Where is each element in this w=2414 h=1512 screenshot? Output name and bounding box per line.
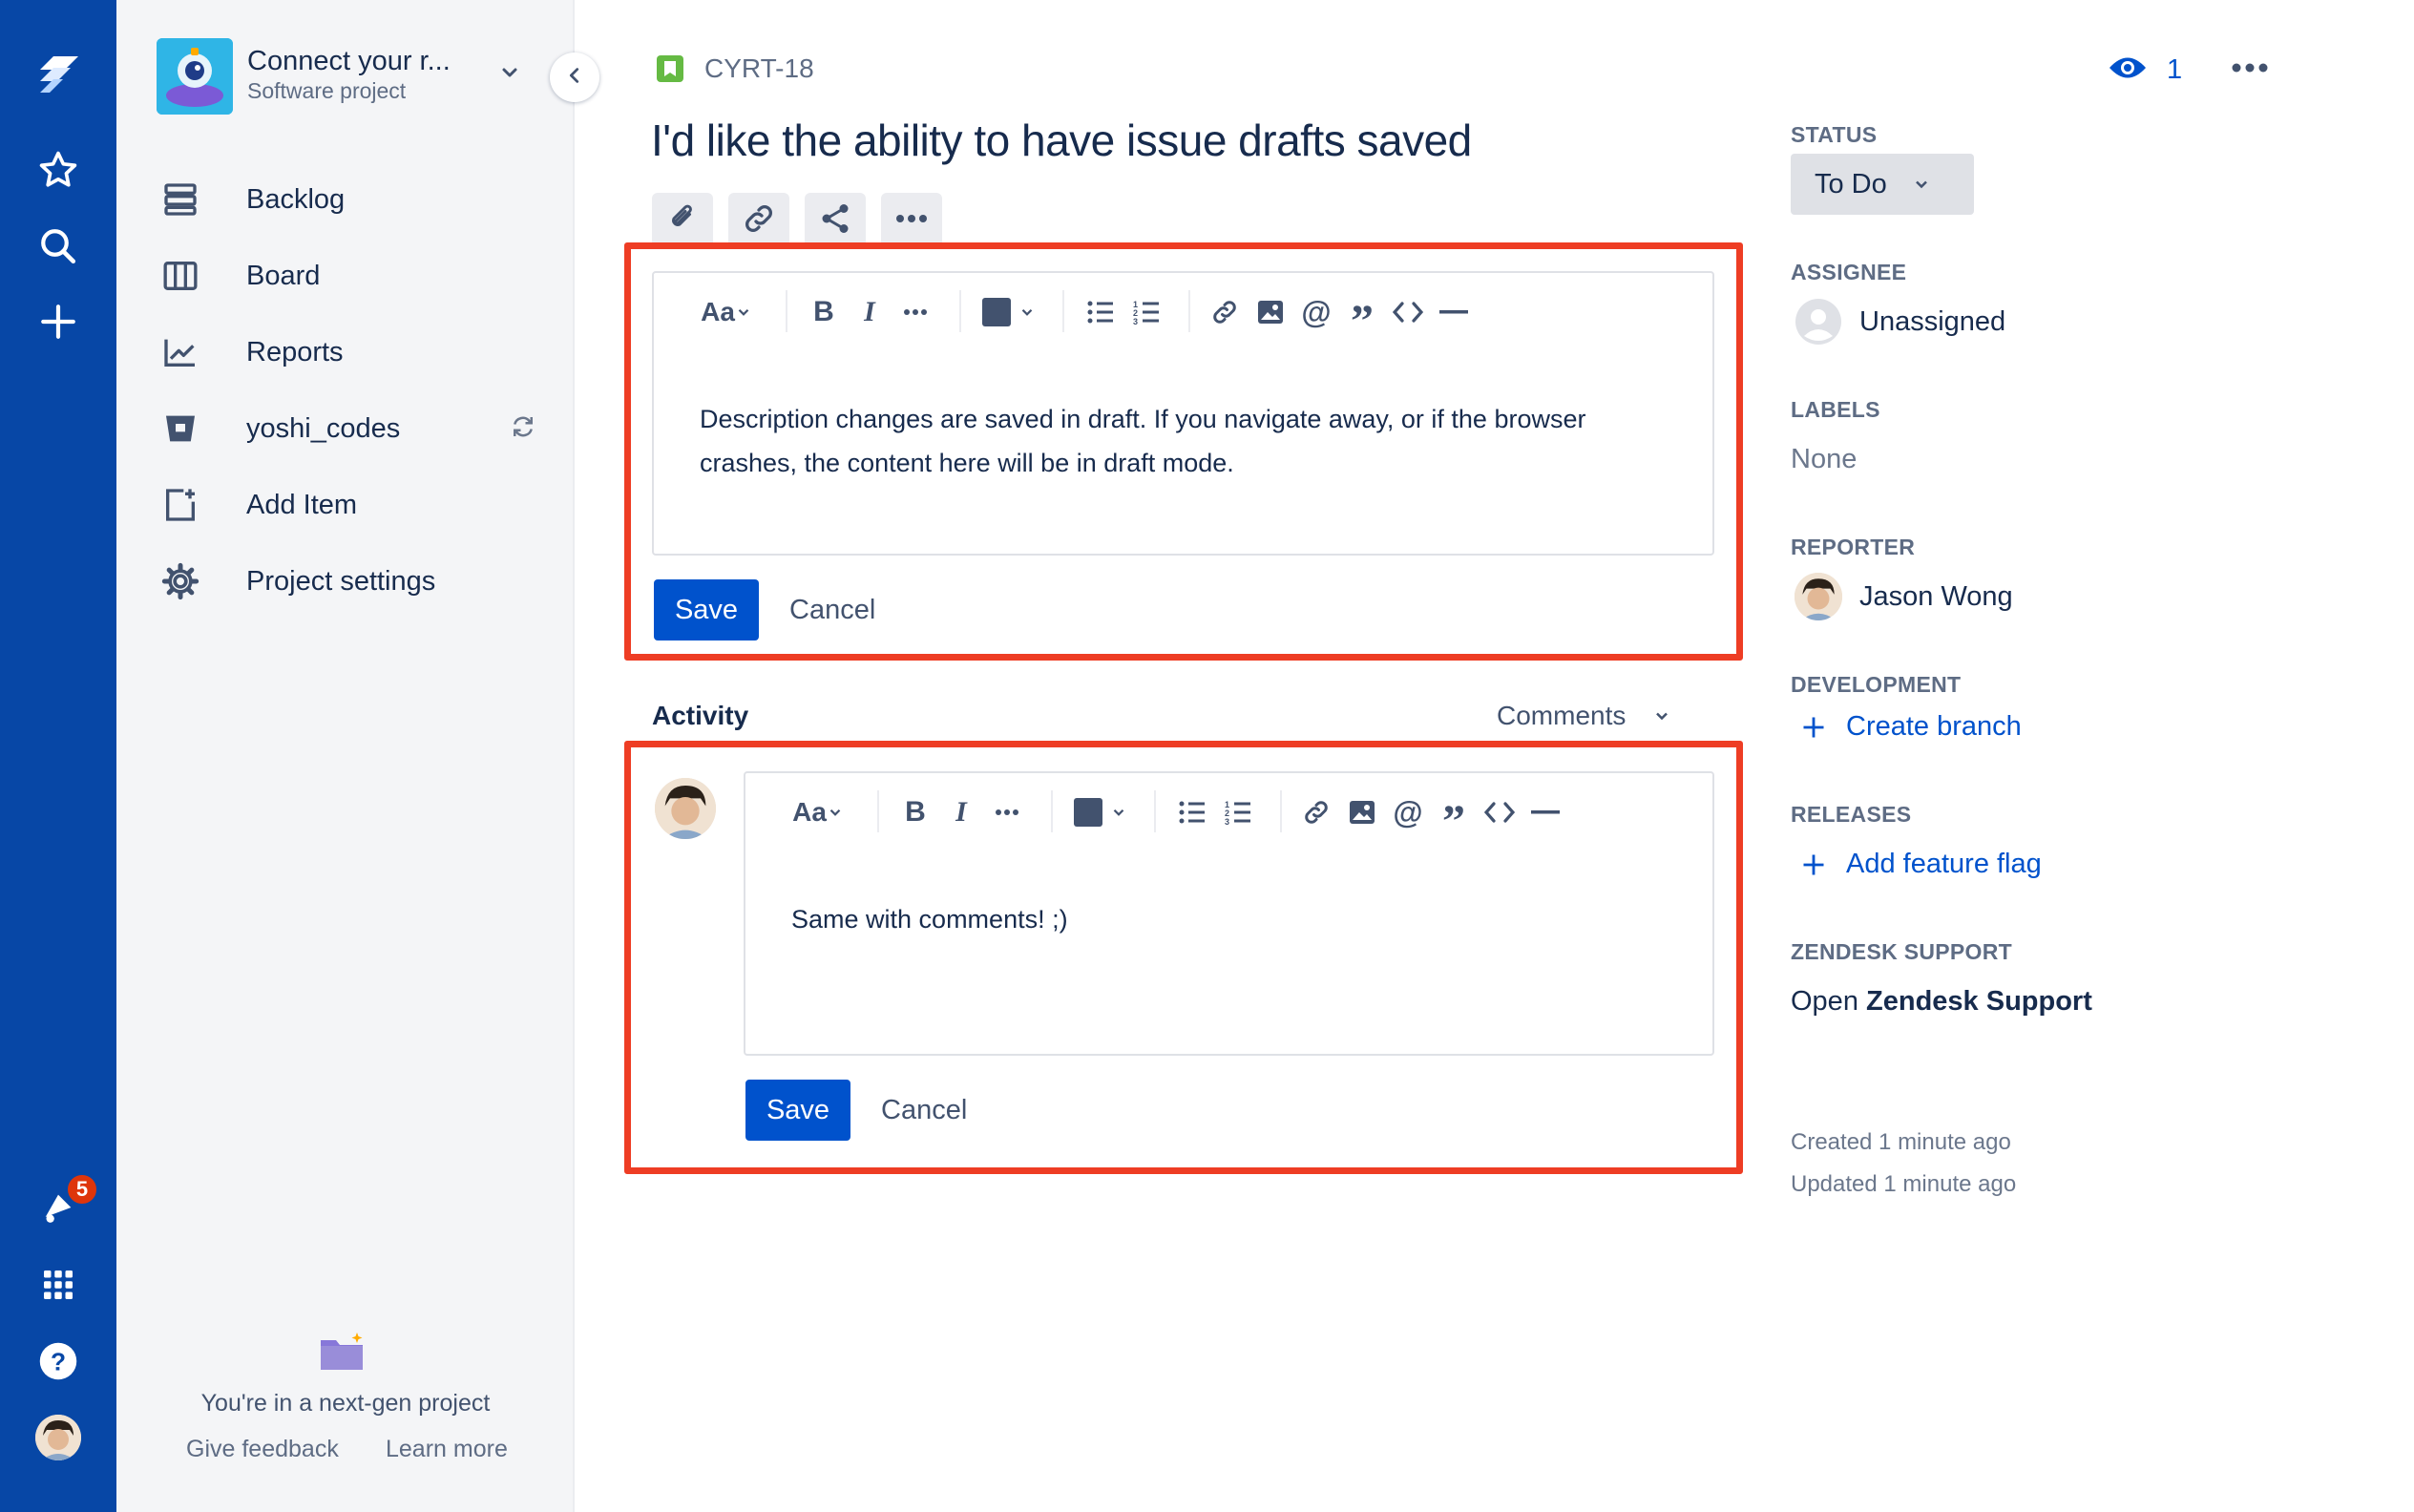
assignee-value[interactable]: Unassigned <box>1859 306 2005 338</box>
sidebar-item-label: Board <box>246 260 321 291</box>
watch-button[interactable]: 1 <box>2108 53 2182 87</box>
gear-icon <box>159 560 201 602</box>
chevron-down-icon <box>1656 712 1669 721</box>
more-icon[interactable] <box>2231 61 2269 78</box>
sidebar-item-reports[interactable]: Reports <box>159 323 541 382</box>
learn-more-link[interactable]: Learn more <box>386 1436 508 1463</box>
eye-icon <box>2108 53 2148 87</box>
link-issue-button[interactable] <box>728 193 789 248</box>
project-name[interactable]: Connect your r... <box>247 46 451 77</box>
add-feature-flag-link[interactable]: Add feature flag <box>1800 849 2042 880</box>
sidebar-item-label: Reports <box>246 336 344 368</box>
watchers-count: 1 <box>2167 54 2183 85</box>
search-icon[interactable] <box>28 216 89 277</box>
sidebar-item-board[interactable]: Board <box>159 246 541 305</box>
attach-button[interactable] <box>652 193 713 248</box>
backlog-icon <box>159 178 201 220</box>
profile-avatar[interactable] <box>28 1407 89 1468</box>
status-dropdown[interactable]: To Do <box>1791 154 1974 215</box>
notification-count-badge: 5 <box>65 1172 99 1207</box>
zendesk-label: ZENDESK SUPPORT <box>1791 939 2012 964</box>
reports-icon <box>159 331 201 373</box>
project-avatar[interactable] <box>157 38 233 115</box>
activity-filter-dropdown[interactable]: Comments <box>1497 701 1671 731</box>
link-icon <box>742 201 776 241</box>
folder-icon <box>319 1331 365 1377</box>
activity-filter-label: Comments <box>1497 701 1627 730</box>
status-label: STATUS <box>1791 122 1878 147</box>
chevron-down-icon[interactable] <box>498 61 521 89</box>
sidebar-item-label: Backlog <box>246 183 346 215</box>
reporter-avatar <box>1795 573 1842 620</box>
unassigned-avatar-icon <box>1795 298 1842 350</box>
give-feedback-link[interactable]: Give feedback <box>186 1436 339 1463</box>
collapse-sidebar-button[interactable] <box>550 52 599 102</box>
plus-icon <box>1803 854 1824 874</box>
reporter-value[interactable]: Jason Wong <box>1859 581 2013 613</box>
chevron-down-icon <box>1915 180 1927 189</box>
project-sidebar: Connect your r... Software project Backl… <box>116 0 575 1512</box>
open-zendesk-link[interactable]: Open Zendesk Support <box>1791 986 2092 1018</box>
sidebar-item-add-item[interactable]: Add Item <box>159 475 541 535</box>
story-icon <box>657 55 683 82</box>
sidebar-item-yoshi-codes[interactable]: yoshi_codes <box>159 399 541 458</box>
sidebar-item-label: Add Item <box>246 489 358 520</box>
sidebar-item-backlog[interactable]: Backlog <box>159 170 541 229</box>
sidebar-item-label: yoshi_codes <box>246 412 401 444</box>
issue-title[interactable]: I'd like the ability to have issue draft… <box>651 115 1472 166</box>
reporter-label: REPORTER <box>1791 535 1916 559</box>
svg-text:?: ? <box>51 1348 66 1376</box>
labels-label: LABELS <box>1791 397 1880 422</box>
star-icon[interactable] <box>28 139 89 200</box>
bitbucket-icon <box>159 408 201 450</box>
highlight-annotation-comment <box>624 741 1743 1174</box>
activity-heading: Activity <box>652 701 749 730</box>
releases-label: RELEASES <box>1791 802 1912 827</box>
more-actions-button[interactable] <box>881 193 942 248</box>
sidebar-item-label: Project settings <box>246 565 436 597</box>
highlight-annotation-description <box>624 242 1743 661</box>
sync-icon[interactable] <box>509 412 537 446</box>
app-switcher-icon[interactable] <box>28 1254 89 1315</box>
board-icon <box>159 255 201 297</box>
sidebar-item-project-settings[interactable]: Project settings <box>159 552 541 611</box>
paperclip-icon <box>665 201 700 241</box>
create-icon[interactable] <box>28 291 89 352</box>
more-icon <box>894 212 929 229</box>
project-type: Software project <box>247 78 407 103</box>
add-item-icon <box>159 484 201 526</box>
plus-icon <box>1803 717 1824 737</box>
status-value: To Do <box>1815 168 1887 200</box>
global-nav: 5 ? <box>0 0 116 1512</box>
labels-value[interactable]: None <box>1791 444 1857 475</box>
assignee-label: ASSIGNEE <box>1791 260 1907 284</box>
issue-key-link[interactable]: CYRT-18 <box>704 53 814 84</box>
chevron-left-icon <box>564 65 585 91</box>
share-icon <box>818 201 852 241</box>
next-gen-notice: You're in a next-gen project <box>200 1390 491 1417</box>
share-button[interactable] <box>805 193 866 248</box>
updated-timestamp: Updated 1 minute ago <box>1791 1171 2017 1197</box>
jira-logo-icon[interactable] <box>28 44 89 105</box>
help-icon[interactable]: ? <box>28 1331 89 1392</box>
create-branch-link[interactable]: Create branch <box>1800 711 2022 743</box>
development-label: DEVELOPMENT <box>1791 672 1962 697</box>
created-timestamp: Created 1 minute ago <box>1791 1129 2011 1155</box>
